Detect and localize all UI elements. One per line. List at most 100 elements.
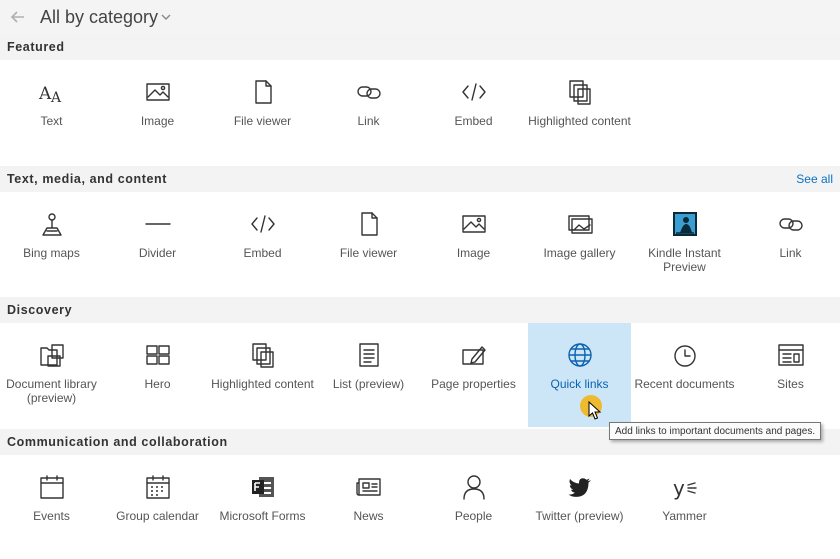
section-title: Communication and collaboration — [7, 435, 228, 449]
web-part-tile-text[interactable]: A A Text — [0, 60, 103, 164]
image-gallery-icon — [568, 215, 593, 234]
tile-label: Events — [33, 509, 70, 523]
page-title[interactable]: All by category — [40, 7, 158, 28]
web-part-tile-link[interactable]: Link — [739, 192, 840, 296]
section-header: Featured — [0, 34, 840, 60]
list-icon — [359, 343, 379, 367]
tile-label: Image — [140, 114, 175, 128]
tile-label: Highlighted content — [528, 114, 631, 128]
web-part-tile-link[interactable]: Link — [317, 60, 420, 164]
tile-label: Highlighted content — [211, 377, 314, 391]
web-part-tile-sites[interactable]: Sites — [739, 323, 840, 427]
tile-label: Embed — [454, 114, 493, 128]
embed-icon — [462, 83, 486, 101]
tile-label: Quick links — [550, 377, 609, 391]
tile-label: Image gallery — [543, 246, 616, 260]
tile-label: File viewer — [339, 246, 398, 260]
group-calendar-icon — [146, 475, 170, 499]
web-part-tile-bing-maps[interactable]: Bing maps — [0, 192, 103, 296]
link-icon — [357, 86, 381, 99]
web-part-tile-file-viewer[interactable]: File viewer — [211, 60, 314, 164]
tile-label: Kindle Instant Preview — [648, 246, 721, 274]
twitter-icon — [568, 478, 591, 497]
tile-label: List (preview) — [332, 377, 405, 391]
web-part-tile-embed[interactable]: Embed — [422, 60, 525, 164]
document-library-icon — [40, 344, 64, 367]
tile-label: Text — [40, 114, 63, 128]
svg-text:A: A — [50, 90, 62, 106]
section-header: Discovery — [0, 297, 840, 323]
tile-label: Twitter (preview) — [535, 509, 624, 523]
web-part-tile-events[interactable]: Events — [0, 455, 103, 559]
news-icon — [356, 478, 381, 496]
clock-icon — [674, 345, 696, 367]
person-icon — [463, 475, 485, 500]
web-part-row: A A Text Image File viewer Link Embed Highlight… — [0, 60, 840, 166]
svg-text:A: A — [38, 84, 52, 104]
web-part-tile-quick-links[interactable]: Quick links — [528, 323, 631, 427]
web-part-tile-list-preview[interactable]: List (preview) — [317, 323, 420, 427]
section-title: Discovery — [7, 303, 73, 317]
bing-maps-icon — [42, 213, 62, 236]
kindle-icon — [673, 212, 697, 236]
tile-label: News — [353, 509, 384, 523]
embed-icon — [251, 215, 275, 233]
highlighted-content-icon — [569, 80, 591, 105]
tile-label: Divider — [138, 246, 177, 260]
web-part-tile-people[interactable]: People — [422, 455, 525, 559]
highlighted-content-icon — [252, 343, 274, 368]
file-icon — [361, 212, 378, 236]
web-part-row: Bing maps Divider Embed File viewer Image Ima… — [0, 192, 840, 298]
web-part-tile-file-viewer[interactable]: File viewer — [317, 192, 420, 296]
tile-label: Hero — [144, 377, 171, 391]
web-part-tile-microsoft-forms[interactable]: Microsoft Forms — [211, 455, 314, 559]
web-part-tile-kindle-instant-preview[interactable]: Kindle Instant Preview — [633, 192, 736, 296]
svg-text:y: y — [673, 476, 685, 500]
tile-label: Bing maps — [23, 246, 80, 260]
web-part-tile-group-calendar[interactable]: Group calendar — [106, 455, 209, 559]
see-all-link[interactable]: See all — [796, 172, 833, 186]
web-part-tile-embed[interactable]: Embed — [211, 192, 314, 296]
section-header: Text, media, and content See all — [0, 166, 840, 192]
section-title: Text, media, and content — [7, 172, 168, 186]
tile-label: Yammer — [662, 509, 707, 523]
text-icon: AA — [38, 84, 62, 106]
web-part-tile-highlighted-content[interactable]: Highlighted content — [528, 60, 631, 164]
hero-icon — [146, 345, 170, 365]
tooltip: Add links to important documents and pag… — [609, 422, 822, 440]
mouse-cursor-icon — [588, 401, 602, 420]
tile-label: Image — [456, 246, 491, 260]
web-part-tile-document-library-preview[interactable]: Document library (preview) — [0, 323, 103, 427]
web-part-tile-twitter-preview[interactable]: Twitter (preview) — [528, 455, 631, 559]
web-part-tile-image[interactable]: Image — [422, 192, 525, 296]
chevron-down-icon[interactable] — [160, 12, 172, 22]
section-title: Featured — [7, 40, 65, 54]
tile-label: Microsoft Forms — [219, 509, 306, 523]
forms-icon — [252, 477, 274, 497]
web-part-tile-page-properties[interactable]: Page properties — [422, 323, 525, 427]
web-part-row: Events Group calendar Microsoft Forms News P… — [0, 455, 840, 559]
web-part-tile-yammer[interactable]: y Yammer — [633, 455, 736, 559]
tile-label: File viewer — [233, 114, 292, 128]
web-part-tile-hero[interactable]: Hero — [106, 323, 209, 427]
web-part-tile-image-gallery[interactable]: Image gallery — [528, 192, 631, 296]
tile-label: Document library (preview) — [6, 377, 97, 405]
sites-icon — [778, 344, 804, 366]
image-icon — [146, 83, 170, 101]
top-bar: All by category — [0, 0, 840, 34]
back-arrow-icon[interactable] — [8, 7, 28, 27]
web-part-tile-recent-documents[interactable]: Recent documents — [633, 323, 736, 427]
web-part-tile-divider[interactable]: Divider — [106, 192, 209, 296]
page-properties-icon — [462, 346, 486, 365]
tile-label: Embed — [243, 246, 282, 260]
tile-label: Link — [779, 246, 802, 260]
calendar-icon — [40, 475, 64, 499]
web-part-tile-image[interactable]: Image — [106, 60, 209, 164]
tile-label: Group calendar — [116, 509, 199, 523]
tile-label: Sites — [777, 377, 804, 391]
web-part-row: Document library (preview) Hero Highlighte… — [0, 323, 840, 429]
tile-label: Link — [357, 114, 380, 128]
web-part-tile-highlighted-content[interactable]: Highlighted content — [211, 323, 314, 427]
web-part-tile-news[interactable]: News — [317, 455, 420, 559]
file-icon — [255, 80, 272, 104]
